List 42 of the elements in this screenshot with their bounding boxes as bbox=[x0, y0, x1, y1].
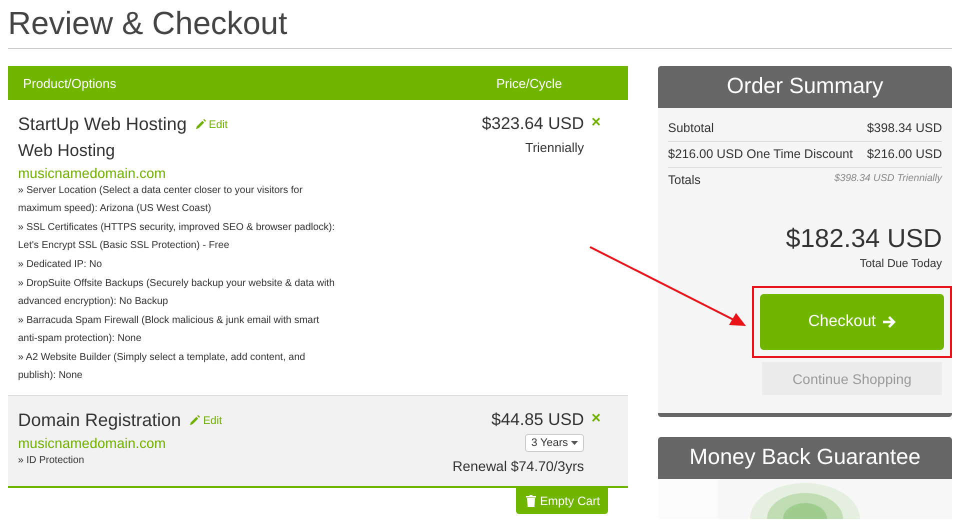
empty-cart-button[interactable]: Empty Cart bbox=[516, 488, 608, 514]
page-title: Review & Checkout bbox=[8, 4, 288, 43]
arrow-right-icon bbox=[882, 315, 896, 329]
summary-value: $398.34 USD bbox=[866, 121, 942, 135]
domain-name: musicnamedomain.com bbox=[18, 165, 167, 181]
term-dropdown[interactable]: 3 Years bbox=[525, 434, 584, 452]
option-text: » Server Location (Select a data center closer to your visitors for maximum speed): Arizona (US West Coast) bbox=[18, 184, 304, 216]
option-text: » ID Protection bbox=[18, 454, 86, 468]
summary-label: $216.00 USD One Time Discount bbox=[668, 147, 853, 161]
total-label: Total Due Today bbox=[858, 258, 942, 270]
item-price: $323.64 USD bbox=[482, 114, 584, 134]
edit-link[interactable]: Edit bbox=[189, 414, 222, 426]
caret-icon bbox=[571, 441, 578, 445]
edit-link[interactable]: Edit bbox=[194, 118, 228, 130]
checkout-button[interactable]: Checkout bbox=[760, 294, 944, 350]
summary-title: Order Summary bbox=[658, 66, 952, 108]
product-name: Domain Registration bbox=[18, 410, 182, 431]
summary-label: Totals bbox=[668, 173, 701, 187]
product-group: Web Hosting bbox=[18, 141, 404, 161]
summary-label: Subtotal bbox=[668, 121, 714, 135]
trash-icon bbox=[526, 495, 536, 507]
pencil-icon bbox=[194, 119, 206, 130]
option-text: » A2 Website Builder (Simply select a template, add content, and publish): None bbox=[18, 351, 306, 383]
summary-value: $398.34 USD Triennially bbox=[834, 173, 942, 186]
domain-name: musicnamedomain.com bbox=[18, 435, 167, 451]
summary-value: $216.00 USD bbox=[866, 147, 942, 161]
continue-shopping-button[interactable]: Continue Shopping bbox=[762, 362, 942, 395]
column-header: Product/Options bbox=[23, 76, 116, 91]
remove-button[interactable]: × bbox=[584, 412, 608, 426]
pencil-icon bbox=[189, 415, 200, 426]
option-text: » Dedicated IP: No bbox=[18, 258, 103, 272]
total-amount: $182.34 USD bbox=[784, 223, 942, 254]
renewal-price: Renewal $74.70/3yrs bbox=[452, 458, 584, 474]
remove-button[interactable]: × bbox=[584, 116, 608, 130]
product-name: StartUp Web Hosting bbox=[18, 114, 187, 135]
option-text: » DropSuite Offsite Backups (Securely backup your website & data with advanced encryption): No Backup bbox=[18, 277, 336, 309]
item-price: $44.85 USD bbox=[491, 410, 584, 430]
guarantee-title: Money Back Guarantee bbox=[658, 437, 952, 479]
column-header: Price/Cycle bbox=[496, 76, 562, 91]
option-text: » SSL Certificates (HTTPS security, improved SEO & browser padlock): Let's Encrypt SSL (Basic SSL Protection) - Free bbox=[18, 221, 336, 253]
billing-cycle: Triennially bbox=[525, 140, 584, 155]
option-text: » Barracuda Spam Firewall (Block malicious & junk email with smart anti-spam protection): None bbox=[18, 314, 320, 346]
